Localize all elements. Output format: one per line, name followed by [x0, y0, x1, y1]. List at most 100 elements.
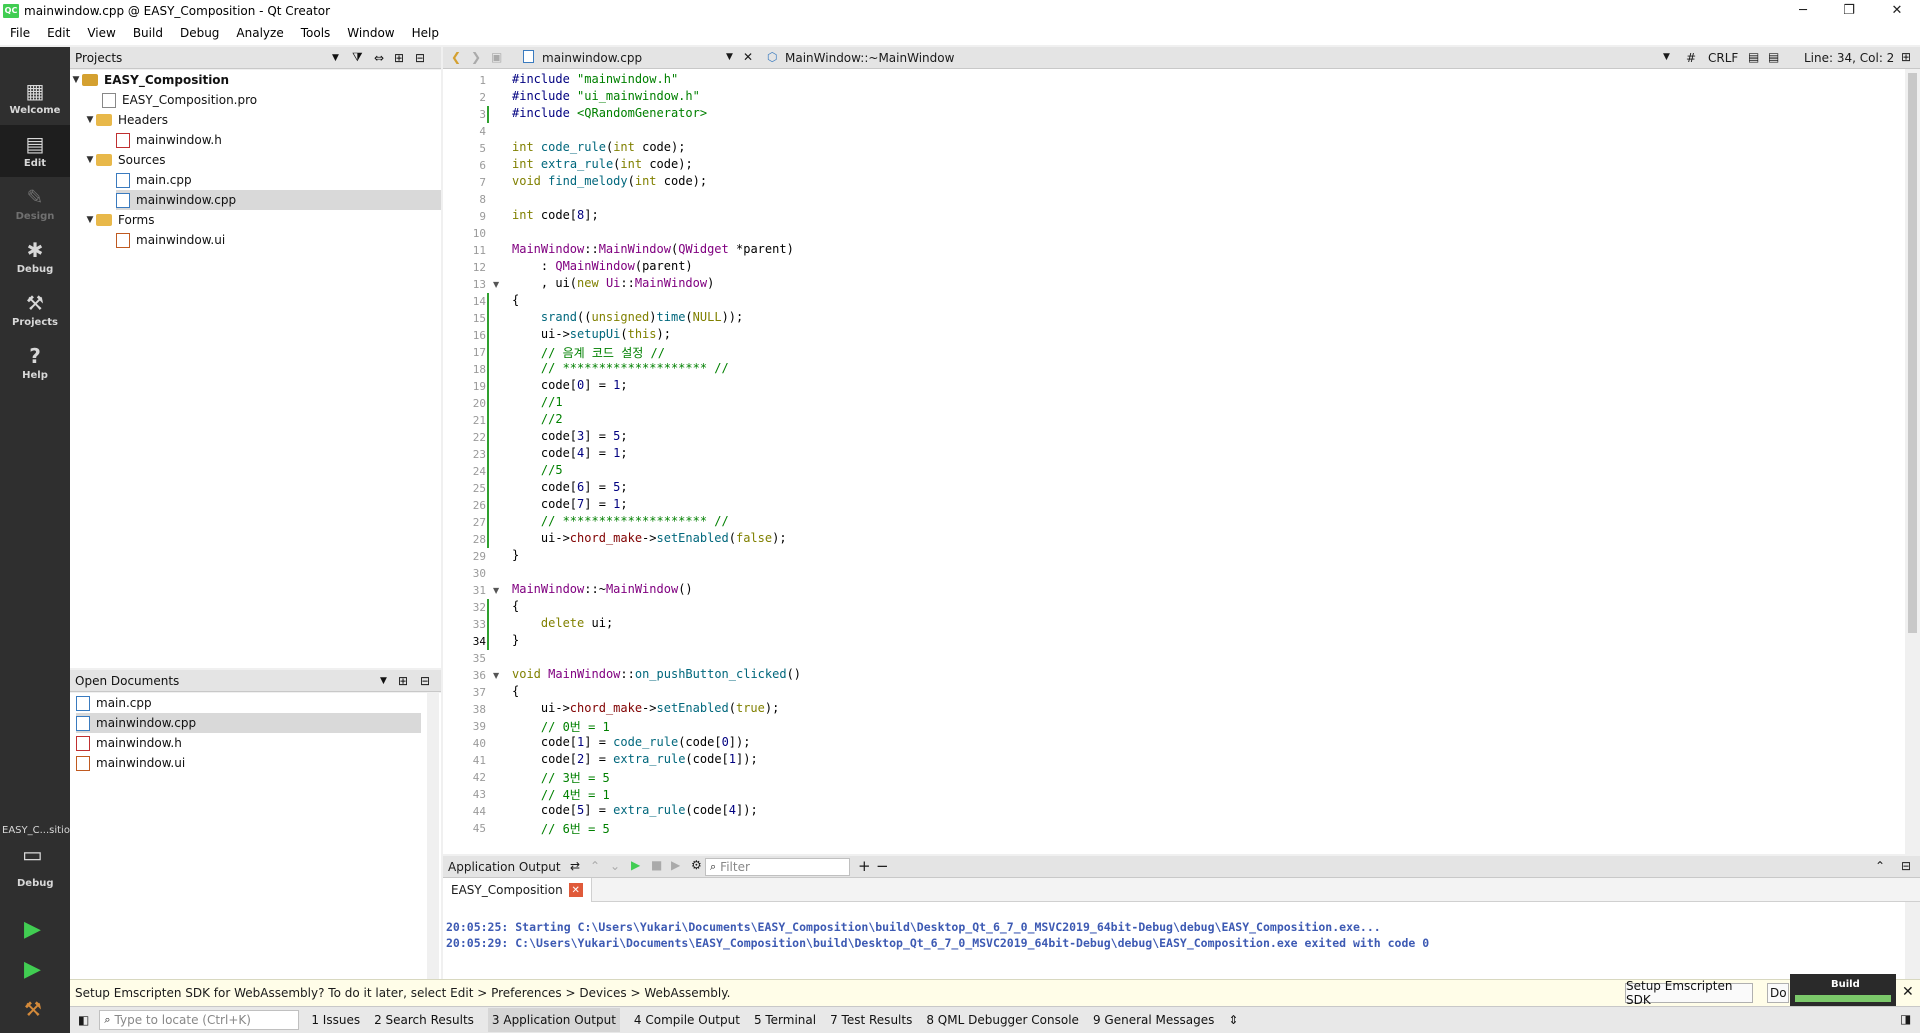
close-pane-icon[interactable]: ⊟: [420, 674, 430, 688]
symbol-name[interactable]: MainWindow::~MainWindow: [785, 51, 954, 65]
tree-form-file[interactable]: mainwindow.ui: [116, 230, 225, 250]
tree-main-cpp[interactable]: main.cpp: [116, 170, 192, 190]
forward-arrow-icon[interactable]: ❯: [471, 50, 481, 64]
tree-root[interactable]: ▼ EASY_Composition: [70, 70, 441, 90]
code-line[interactable]: // ******************** //: [512, 361, 729, 375]
code-line[interactable]: //1: [512, 395, 563, 409]
code-line[interactable]: , ui(new Ui::MainWindow): [512, 276, 714, 290]
scrollbar[interactable]: [1905, 902, 1920, 979]
chevron-down-icon[interactable]: ▼: [380, 676, 387, 686]
debug-attach-icon[interactable]: ▶: [671, 858, 680, 872]
code-line[interactable]: void find_melody(int code);: [512, 174, 707, 188]
monitor-icon[interactable]: ▭: [22, 843, 43, 868]
chevron-up-icon[interactable]: ⌃: [1875, 859, 1885, 873]
code-line[interactable]: MainWindow::~MainWindow(): [512, 582, 693, 596]
tree-header-file[interactable]: mainwindow.h: [116, 130, 222, 150]
pane-issues[interactable]: 1 Issues: [311, 1013, 360, 1027]
code-line[interactable]: code[7] = 1;: [512, 497, 628, 511]
code-line[interactable]: // 3번 = 5: [512, 769, 610, 786]
attach-icon[interactable]: ⇄: [570, 859, 580, 873]
code-line[interactable]: //2: [512, 412, 563, 426]
code-line[interactable]: ui->chord_make->setEnabled(false);: [512, 531, 787, 545]
code-line[interactable]: // 4번 = 1: [512, 786, 610, 803]
close-icon[interactable]: ✕: [1902, 984, 1914, 1000]
line-ending[interactable]: CRLF: [1708, 51, 1738, 65]
chevron-down-icon[interactable]: ▼: [84, 215, 96, 225]
output-tab[interactable]: EASY_Composition ✕: [443, 878, 592, 902]
code-line[interactable]: // 음계 코드 설정 //: [512, 344, 665, 361]
pane-compile-output[interactable]: 4 Compile Output: [634, 1013, 740, 1027]
split-icon[interactable]: ⊞: [1901, 50, 1911, 64]
code-line[interactable]: }: [512, 548, 519, 562]
chevron-up-icon[interactable]: ⌃: [590, 859, 600, 873]
menu-analyze[interactable]: Analyze: [226, 26, 290, 40]
open-doc-item[interactable]: main.cpp: [76, 693, 152, 713]
scrollbar[interactable]: [1905, 69, 1920, 854]
minimize-button[interactable]: ─: [1780, 0, 1826, 21]
setup-emscripten-button[interactable]: Setup Emscripten SDK: [1625, 979, 1753, 1007]
close-pane-icon[interactable]: ⊟: [1901, 859, 1911, 873]
document-icon[interactable]: ▤: [1748, 50, 1759, 64]
tree-forms[interactable]: ▼ Forms: [84, 210, 155, 230]
toggle-right-sidebar-icon[interactable]: ◨: [1900, 1012, 1911, 1026]
pane-search-results[interactable]: 2 Search Results: [374, 1013, 474, 1027]
code-line[interactable]: code[0] = 1;: [512, 378, 628, 392]
chevron-down-icon[interactable]: ⌄: [610, 859, 620, 873]
menu-edit[interactable]: Edit: [37, 26, 77, 40]
debug-run-icon[interactable]: ▶: [24, 957, 41, 982]
fold-marker-icon[interactable]: ▼: [493, 671, 499, 680]
chevron-down-icon[interactable]: ▼: [332, 53, 339, 63]
cursor-position[interactable]: Line: 34, Col: 2: [1804, 51, 1894, 65]
code-line[interactable]: }: [512, 633, 519, 647]
rerun-icon[interactable]: ▶: [631, 858, 640, 872]
hash-indicator[interactable]: #: [1686, 51, 1696, 65]
close-document-icon[interactable]: ✕: [743, 50, 753, 64]
fold-marker-icon[interactable]: ▼: [493, 280, 499, 289]
tree-headers[interactable]: ▼ Headers: [84, 110, 168, 130]
close-window-button[interactable]: ✕: [1874, 0, 1920, 21]
mode-edit[interactable]: ▤ Edit: [0, 125, 70, 177]
code-line[interactable]: code[5] = extra_rule(code[4]);: [512, 803, 758, 817]
more-panes-icon[interactable]: ⇕: [1228, 1013, 1238, 1027]
mode-help[interactable]: ? Help: [0, 337, 70, 389]
code-line[interactable]: {: [512, 293, 519, 307]
code-line[interactable]: #include "ui_mainwindow.h": [512, 89, 700, 103]
open-doc-item[interactable]: mainwindow.ui: [76, 753, 185, 773]
pane-general-messages[interactable]: 9 General Messages: [1093, 1013, 1214, 1027]
maximize-button[interactable]: ❐: [1826, 0, 1872, 21]
fold-marker-icon[interactable]: ▼: [493, 586, 499, 595]
locator-field[interactable]: ⌕ Type to locate (Ctrl+K): [99, 1010, 300, 1030]
split-icon[interactable]: ⊞: [394, 51, 404, 65]
code-line[interactable]: ui->chord_make->setEnabled(true);: [512, 701, 779, 715]
code-line[interactable]: code[4] = 1;: [512, 446, 628, 460]
code-line[interactable]: // ******************** //: [512, 514, 729, 528]
menu-build[interactable]: Build: [123, 26, 170, 40]
tree-mainwindow-cpp[interactable]: mainwindow.cpp: [116, 190, 441, 210]
chevron-down-icon[interactable]: ▼: [1663, 52, 1670, 62]
link-icon[interactable]: ⇔: [374, 51, 384, 65]
pane-terminal[interactable]: 5 Terminal: [754, 1013, 816, 1027]
build-hammer-icon[interactable]: ⚒: [24, 997, 42, 1021]
chevron-down-icon[interactable]: ▼: [84, 155, 96, 165]
chevron-down-icon[interactable]: ▼: [84, 115, 96, 125]
mode-welcome[interactable]: ▦ Welcome: [0, 72, 70, 124]
menu-tools[interactable]: Tools: [291, 26, 338, 40]
kit-name[interactable]: EASY_C...sition: [2, 825, 76, 836]
do-not-show-button[interactable]: Do: [1767, 983, 1789, 1003]
back-arrow-icon[interactable]: ❮: [451, 50, 461, 64]
toggle-sidebar-icon[interactable]: ◧: [78, 1013, 89, 1027]
filter-icon[interactable]: ⧩: [352, 50, 363, 65]
menu-view[interactable]: View: [77, 26, 122, 40]
scrollbar-thumb[interactable]: [1908, 73, 1917, 633]
code-line[interactable]: int extra_rule(int code);: [512, 157, 693, 171]
code-line[interactable]: MainWindow::MainWindow(QWidget *parent): [512, 242, 794, 256]
chevron-down-icon[interactable]: ▼: [726, 52, 733, 62]
menu-debug[interactable]: Debug: [170, 26, 226, 40]
open-doc-item[interactable]: mainwindow.h: [76, 733, 182, 753]
code-line[interactable]: #include "mainwindow.h": [512, 72, 678, 86]
chevron-down-icon[interactable]: ▼: [70, 75, 82, 85]
application-output[interactable]: 20:05:25: Starting C:\Users\Yukari\Docum…: [443, 902, 1920, 979]
code-line[interactable]: code[6] = 5;: [512, 480, 628, 494]
code-line[interactable]: code[1] = code_rule(code[0]);: [512, 735, 751, 749]
code-line[interactable]: #include <QRandomGenerator>: [512, 106, 707, 120]
